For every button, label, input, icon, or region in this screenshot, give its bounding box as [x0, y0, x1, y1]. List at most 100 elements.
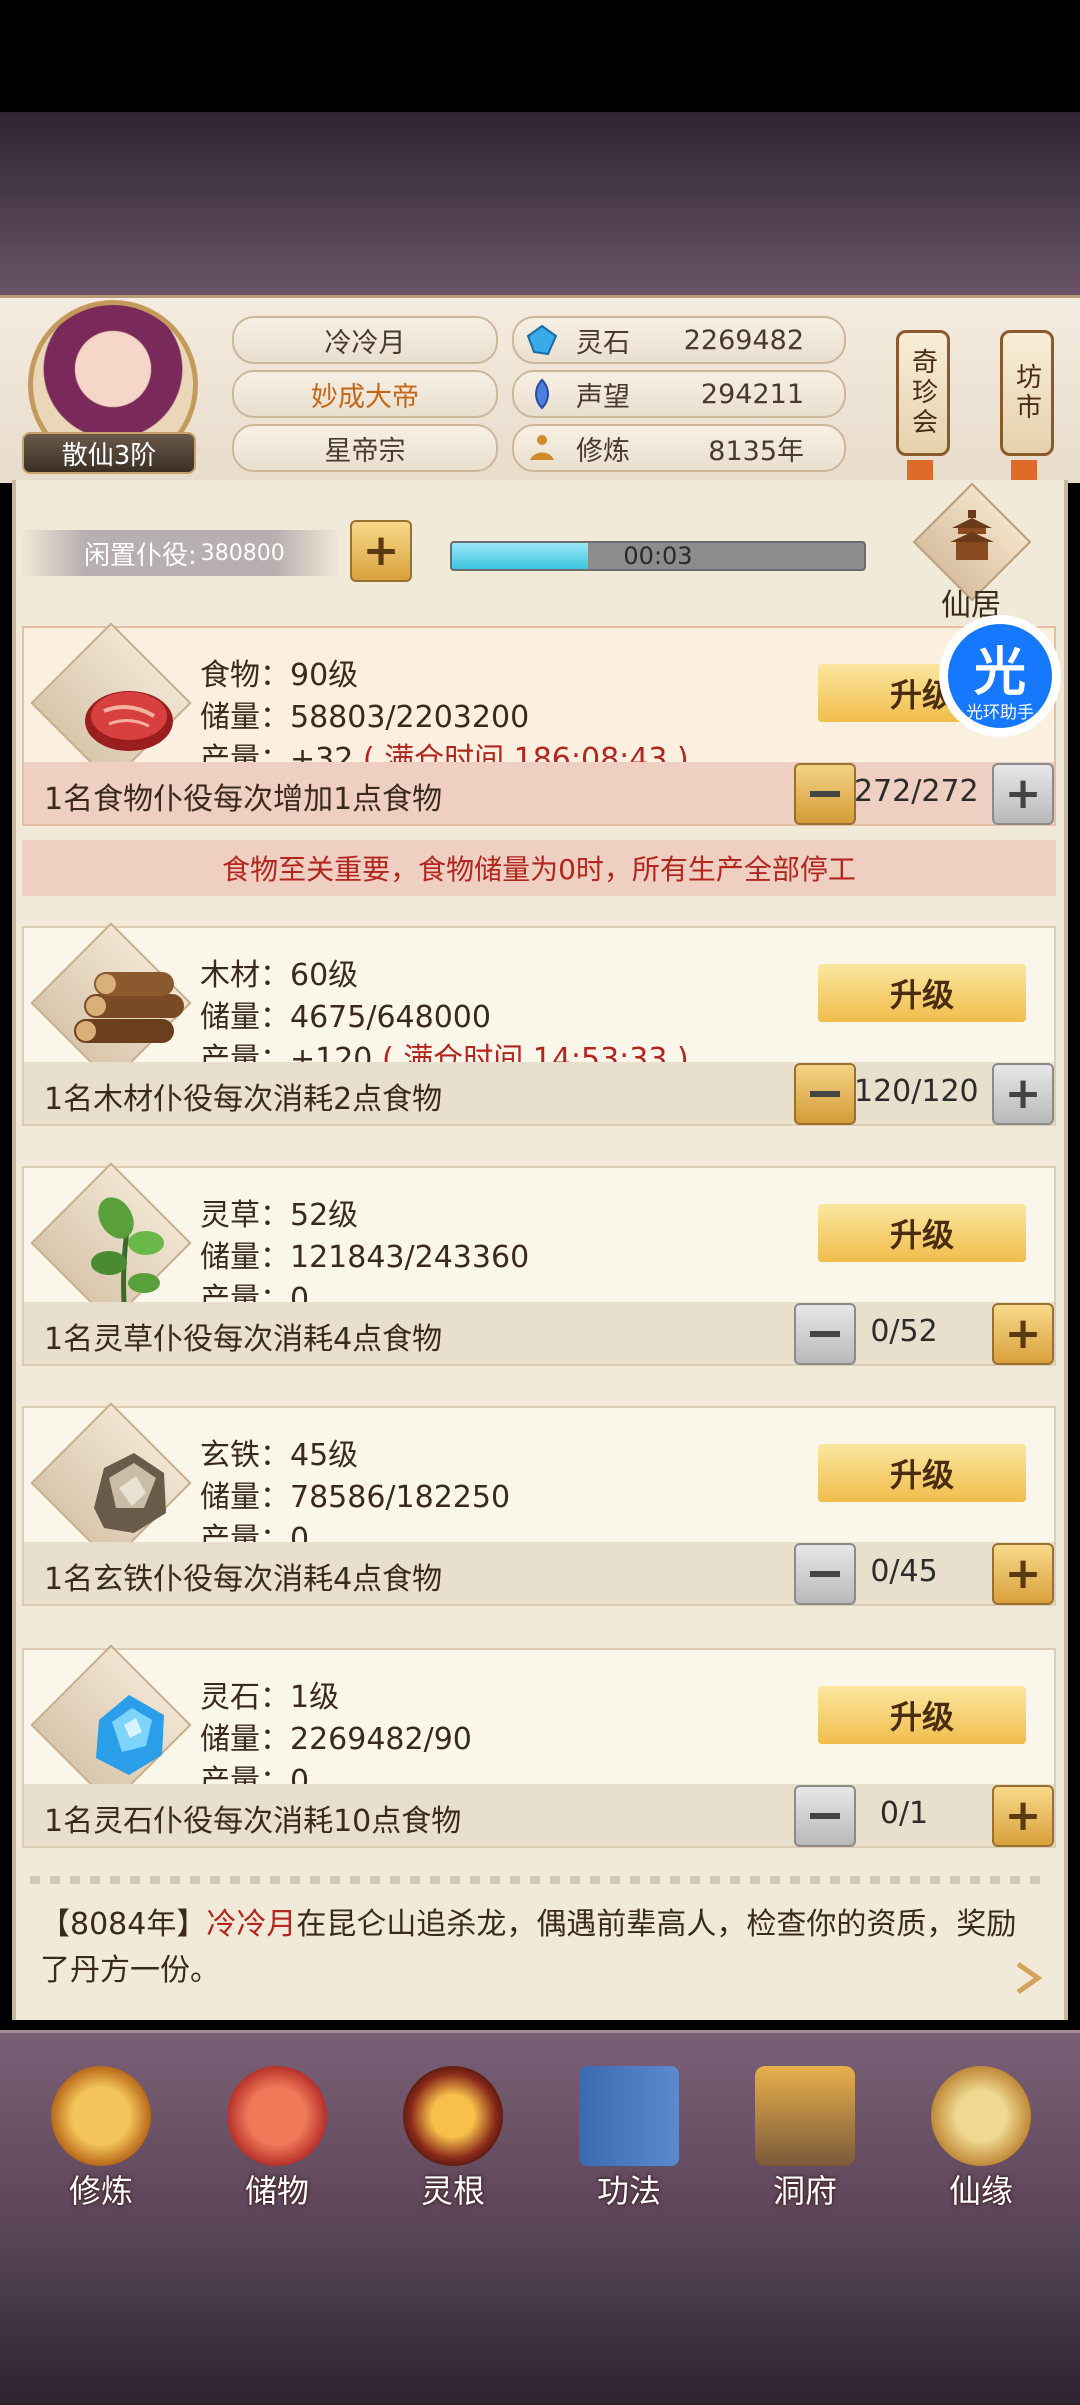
chevron-right-icon[interactable] — [1010, 1960, 1046, 1996]
upgrade-button[interactable]: 升级 — [818, 964, 1026, 1022]
resource-card-spirit-stone: 灵石：1级 储量：2269482/90 产量：0 升级 1名灵石仆役每次消耗10… — [22, 1644, 1056, 1848]
progress-timer: 00:03 — [623, 542, 693, 570]
remove-servant-button[interactable] — [794, 1303, 856, 1365]
resource-cultivation: 修炼 8135年 — [512, 424, 846, 472]
nav-label: 储物 — [244, 2172, 309, 2210]
servant-description: 1名木材仆役每次消耗2点食物 — [44, 1082, 443, 1117]
servant-row: 1名木材仆役每次消耗2点食物 120/120 + — [24, 1062, 1054, 1125]
item-storage: 储量：4675/648000 — [200, 1000, 491, 1035]
bottom-backdrop — [0, 2225, 1080, 2405]
nav-label: 洞府 — [772, 2172, 837, 2210]
servant-count: 272/272 — [854, 774, 979, 809]
resource-value: 8135年 — [708, 435, 804, 467]
add-servant-button[interactable]: + — [350, 520, 412, 582]
item-storage: 储量：121843/243360 — [200, 1240, 530, 1275]
add-servant-button[interactable]: + — [992, 1785, 1054, 1847]
item-storage: 储量：58803/2203200 — [200, 700, 530, 735]
item-storage: 储量：2269482/90 — [200, 1722, 472, 1757]
divider — [30, 1876, 1050, 1884]
item-level: 木材：60级 — [200, 958, 359, 993]
servant-row: 1名食物仆役每次增加1点食物 272/272 + — [24, 762, 1054, 825]
nav-label: 灵根 — [420, 2172, 485, 2210]
resource-value: 2269482 — [683, 324, 804, 356]
helper-label: 光环助手 — [966, 703, 1034, 723]
food-warning-notice: 食物至关重要，食物储量为0时，所有生产全部停工 — [22, 840, 1056, 896]
resource-label: 声望 — [576, 381, 630, 413]
log-year: 【8084年】 — [40, 1907, 207, 1942]
player-sect-text: 星帝宗 — [324, 435, 406, 467]
upgrade-button[interactable]: 升级 — [818, 1686, 1026, 1744]
resource-value: 294211 — [700, 378, 804, 410]
item-level: 食物：90级 — [200, 658, 359, 693]
player-title-text: 妙成大帝 — [311, 381, 419, 413]
iron-ore-icon — [94, 1453, 166, 1533]
nav-label: 仙缘 — [948, 2172, 1013, 2210]
servant-count: 0/52 — [870, 1314, 938, 1349]
upgrade-button[interactable]: 升级 — [818, 1204, 1026, 1262]
rank-badge: 散仙3阶 — [22, 432, 196, 474]
spirit-crystal-icon — [96, 1695, 164, 1775]
log-player-name: 冷冷月 — [206, 1907, 297, 1942]
servant-description: 1名食物仆役每次增加1点食物 — [44, 782, 443, 817]
nav-technique[interactable]: 功法 — [554, 2066, 704, 2216]
remove-servant-button[interactable] — [794, 1543, 856, 1605]
cultivate-icon — [51, 2066, 151, 2166]
wood-icon — [74, 972, 184, 1043]
add-servant-button[interactable]: + — [992, 1543, 1054, 1605]
top-backdrop — [0, 112, 1080, 297]
event-log: 【8084年】冷冷月在昆仑山追杀龙，偶遇前辈高人，检查你的资质，奖励了丹方一份。 — [40, 1902, 1040, 1994]
pavilion-icon — [950, 510, 994, 560]
add-servant-button[interactable]: + — [992, 763, 1054, 825]
cave-dwelling-icon — [755, 2066, 855, 2166]
meditation-icon — [530, 435, 554, 460]
nav-cultivate[interactable]: 修炼 — [26, 2066, 176, 2216]
herb-icon — [91, 1197, 164, 1304]
helper-logo: 光 — [973, 643, 1026, 703]
nav-label: 修炼 — [68, 2172, 133, 2210]
servant-row: 1名灵草仆役每次消耗4点食物 0/52 + — [24, 1302, 1054, 1365]
player-title: 妙成大帝 — [232, 370, 498, 418]
servant-description: 1名灵草仆役每次消耗4点食物 — [44, 1322, 443, 1357]
remove-servant-button[interactable] — [794, 1785, 856, 1847]
resource-card-iron: 玄铁：45级 储量：78586/182250 产量：0 升级 1名玄铁仆役每次消… — [22, 1402, 1056, 1606]
nav-spirit-root[interactable]: 灵根 — [378, 2066, 528, 2216]
nav-label: 功法 — [596, 2172, 661, 2210]
upgrade-button[interactable]: 升级 — [818, 1444, 1026, 1502]
treasure-fair-button[interactable]: 奇珍会 — [896, 330, 950, 456]
resource-label: 灵石 — [576, 327, 630, 359]
servant-row: 1名灵石仆役每次消耗10点食物 0/1 + — [24, 1784, 1054, 1847]
resource-card-wood: 木材：60级 储量：4675/648000 产量：+120 ( 满仓时间 14:… — [22, 922, 1056, 1126]
spirit-root-icon — [403, 2066, 503, 2166]
nav-cave-dwelling[interactable]: 洞府 — [730, 2066, 880, 2216]
nav-fortune[interactable]: 仙缘 — [906, 2066, 1056, 2216]
servant-count: 0/1 — [879, 1796, 929, 1831]
add-servant-button[interactable]: + — [992, 1063, 1054, 1125]
meat-icon — [85, 691, 173, 751]
remove-servant-button[interactable] — [794, 1063, 856, 1125]
idle-progress-bar: 00:03 — [450, 541, 866, 571]
spirit-stone-icon — [526, 324, 558, 356]
remove-servant-button[interactable] — [794, 763, 856, 825]
resource-spirit-stone: 灵石 2269482 — [512, 316, 846, 364]
storage-bag-icon — [227, 2066, 327, 2166]
resource-card-herb: 灵草：52级 储量：121843/243360 产量：0 升级 1名灵草仆役每次… — [22, 1162, 1056, 1366]
market-button[interactable]: 坊市 — [1000, 330, 1054, 456]
xianju-label: 仙居 — [941, 588, 1001, 623]
technique-book-icon — [579, 2066, 679, 2166]
servant-row: 1名玄铁仆役每次消耗4点食物 0/45 + — [24, 1542, 1054, 1605]
reputation-icon — [535, 378, 549, 410]
fortune-icon — [931, 2066, 1031, 2166]
player-sect: 星帝宗 — [232, 424, 498, 472]
servant-count: 120/120 — [854, 1074, 979, 1109]
servant-description: 1名灵石仆役每次消耗10点食物 — [44, 1804, 462, 1839]
item-storage: 储量：78586/182250 — [200, 1480, 511, 1515]
item-level: 灵石：1级 — [200, 1680, 340, 1715]
resource-card-food: 食物：90级 储量：58803/2203200 产量：+32 ( 满仓时间 18… — [22, 622, 1056, 826]
idle-label-text: 闲置仆役: — [84, 540, 197, 571]
item-level: 灵草：52级 — [200, 1198, 359, 1233]
idle-count: 380800 — [200, 540, 285, 566]
resource-label: 修炼 — [576, 435, 630, 467]
item-level: 玄铁：45级 — [200, 1438, 359, 1473]
add-servant-button[interactable]: + — [992, 1303, 1054, 1365]
nav-storage[interactable]: 储物 — [202, 2066, 352, 2216]
